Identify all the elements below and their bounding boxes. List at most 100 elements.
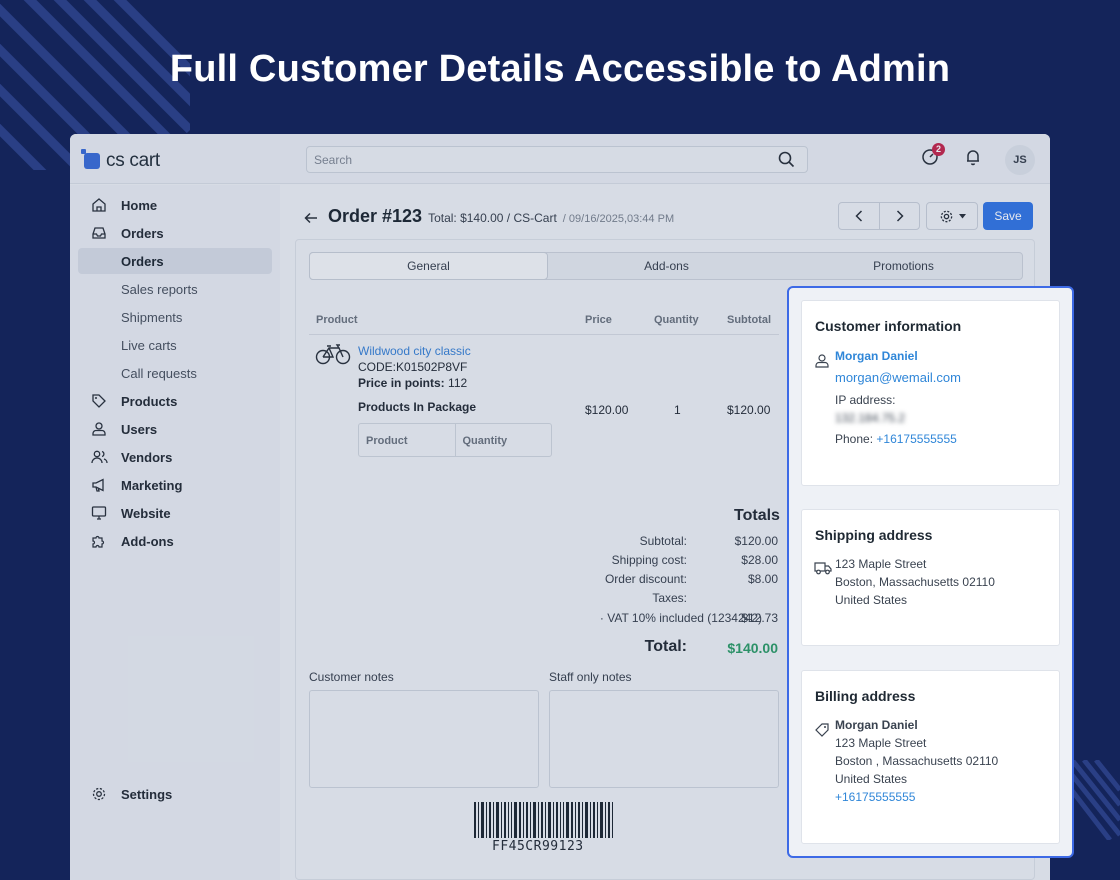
order-header: Order #123 Total: $140.00 / CS-Cart / 09… [304,206,674,227]
sidebar-item-label: Marketing [121,477,183,493]
sidebar-subitem-call-requests[interactable]: Call requests [78,360,272,386]
bicycle-icon [315,343,351,370]
sidebar-item-label: Vendors [121,449,173,465]
chevron-left-icon [855,210,863,222]
tab-promotions[interactable]: Promotions [785,253,1022,279]
sidebar-subitem-live-carts[interactable]: Live carts [78,332,272,358]
sidebar-subitem-shipments[interactable]: Shipments [78,304,272,330]
logo-text: cs cart [106,150,160,171]
package-table: Product Quantity [358,423,552,457]
bell-icon[interactable] [964,148,982,171]
product-subtotal: $120.00 [727,403,771,417]
sidebar-item-label: Add-ons [121,533,174,549]
truck-icon [814,561,832,580]
billing-phone-link[interactable]: +16175555555 [835,790,915,804]
billing-line2: Boston , Massachusetts 02110 [835,754,999,768]
sidebar-item-orders[interactable]: Orders [78,220,272,246]
back-arrow-icon[interactable] [304,211,318,229]
barcode [474,802,613,838]
totals-vat-value: $12.73 [741,611,778,625]
users-icon [90,448,108,466]
barcode-text: FF45CR99123 [492,839,584,854]
user-icon [814,353,830,374]
search-input[interactable] [307,147,747,172]
product-points: Price in points: 112 [358,376,467,390]
sidebar-item-marketing[interactable]: Marketing [78,472,272,498]
home-icon [90,196,108,214]
package-column-product: Product [366,435,408,447]
tab-general[interactable]: General [309,252,548,280]
page-title: Order #123 [328,206,423,226]
customer-information-title: Customer information [815,318,962,334]
chevron-right-icon [896,210,904,222]
order-total-summary: Total: $140.00 / CS-Cart [428,211,557,225]
shipping-line3: United States [835,593,908,607]
ip-address-label: IP address: [835,393,896,407]
notification-badge: 2 [932,143,945,156]
sidebar-item-settings[interactable]: Settings [78,781,272,807]
speedometer-icon[interactable]: 2 [921,143,945,171]
sidebar-item-users[interactable]: Users [78,416,272,442]
billing-line3: United States [835,772,908,786]
monitor-icon [90,504,108,522]
shipping-address-box: Shipping address 123 Maple Street Boston… [801,509,1060,646]
product-quantity: 1 [674,403,681,417]
product-link[interactable]: Wildwood city classic [358,344,471,358]
customer-information-box: Customer information Morgan Daniel morga… [801,300,1060,486]
table-divider [309,334,779,335]
next-order-button[interactable] [879,202,920,230]
shipping-address-title: Shipping address [815,527,933,543]
customer-details-panel: Customer information Morgan Daniel morga… [787,286,1074,858]
sidebar: Home Orders Orders Sales reports Shipmen… [70,185,280,880]
top-bar: cs cart 2 JS [70,134,1050,184]
staff-notes-textarea[interactable] [549,690,779,788]
sidebar-item-home[interactable]: Home [78,192,272,218]
product-code: CODE:K01502P8VF [358,360,468,374]
sidebar-item-products[interactable]: Products [78,388,272,414]
search-icon[interactable] [778,151,795,173]
customer-email-link[interactable]: morgan@wemail.com [835,370,961,385]
megaphone-icon [90,476,108,494]
logo[interactable]: cs cart [81,149,160,172]
phone-label: Phone: [835,432,874,446]
sidebar-item-label: Orders [121,225,164,241]
customer-phone-link[interactable]: +16175555555 [876,432,956,446]
sidebar-subitem-sales-reports[interactable]: Sales reports [78,276,272,302]
inbox-icon [90,224,108,242]
caret-down-icon [958,213,966,218]
column-header-product: Product [316,314,358,326]
sidebar-item-vendors[interactable]: Vendors [78,444,272,470]
totals-title: Totals [734,507,780,524]
tab-addons[interactable]: Add-ons [548,253,785,279]
sidebar-item-label: Products [121,393,178,409]
totals-discount-label: Order discount: [604,572,687,586]
customer-name-link[interactable]: Morgan Daniel [835,349,918,363]
previous-order-button[interactable] [838,202,880,230]
sidebar-item-label: Settings [121,786,173,802]
grand-total-label: Total: [644,638,687,655]
billing-line1: 123 Maple Street [835,736,927,750]
column-header-price: Price [585,314,612,326]
logo-mark-icon [81,149,100,169]
package-column-quantity: Quantity [454,424,552,456]
product-price: $120.00 [585,403,629,417]
product-points-value: 112 [448,376,468,390]
sidebar-item-addons[interactable]: Add-ons [78,528,272,554]
user-icon [90,420,108,438]
order-date: / 09/16/2025,03:44 PM [562,213,675,225]
save-button[interactable]: Save [983,202,1033,230]
customer-phone: Phone: +16175555555 [835,432,957,446]
gear-icon [940,210,952,222]
tag-icon [90,392,108,410]
customer-notes-textarea[interactable] [309,690,539,788]
totals-subtotal-label: Subtotal: [639,534,687,548]
billing-address-title: Billing address [815,688,916,704]
sidebar-subitem-orders[interactable]: Orders [78,248,272,274]
sidebar-item-website[interactable]: Website [78,500,272,526]
shipping-line1: 123 Maple Street [835,557,927,571]
settings-dropdown-button[interactable] [926,202,978,230]
search-box [306,146,808,173]
sidebar-item-label: Website [121,505,171,521]
avatar[interactable]: JS [1005,145,1035,175]
totals-vat-label: · VAT 10% included (1234242) [599,611,762,625]
